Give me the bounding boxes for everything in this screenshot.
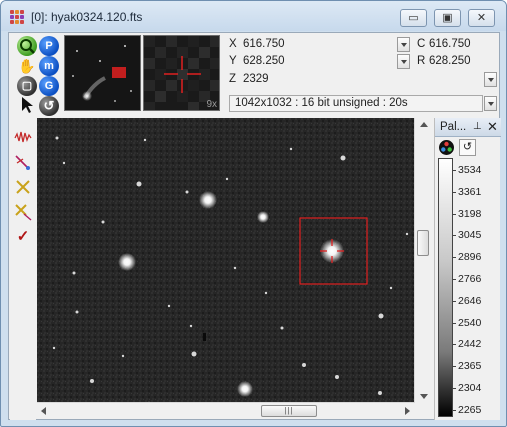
palette-tick [453,235,456,237]
z-value: 2329 [243,73,269,85]
measure-toolbar: ✓ [10,118,36,420]
reset-button[interactable]: ↺ [39,96,59,116]
palette-label: 3045 [458,229,482,242]
g-button[interactable]: G [39,76,59,96]
cross-tool[interactable] [14,178,32,196]
coord-row-y: Y 628.250 R 628.250 [229,54,497,71]
vertical-scrollbar[interactable] [414,118,431,403]
palette-label: 3361 [458,185,482,198]
scroll-left-icon[interactable] [41,407,46,415]
vertical-scroll-thumb[interactable] [417,230,429,256]
info-dropdown[interactable] [484,96,497,111]
x-value: 616.750 [243,38,285,50]
palette-close-icon[interactable]: ✕ [487,119,498,135]
c-label: C [417,38,426,50]
restore-button[interactable]: ▣ [434,9,461,27]
palette-label: 3534 [458,164,482,176]
palette-label: 2646 [458,294,482,307]
palette-tick [453,300,456,302]
palette-label: 2766 [458,273,482,285]
scroll-right-icon[interactable] [405,407,410,415]
scroll-down-icon[interactable] [420,394,428,399]
minimize-button[interactable]: ▭ [400,9,427,27]
window-client: ✋ ▢ P m G ↺ 9x X 616.750 C 616.750 Y 628… [8,32,501,420]
palette-tick [453,191,456,193]
star-field-image [37,118,415,403]
palette-label: 3198 [458,207,482,220]
palette-label: 2896 [458,251,482,264]
palette-tick [453,257,456,259]
box-button[interactable]: ▢ [17,76,37,96]
y-label: Y [229,55,237,67]
palette-label: 2540 [458,316,482,329]
zoom-button[interactable] [17,36,37,56]
app-grid-icon [10,10,24,24]
star [118,253,136,271]
pin-icon[interactable]: ⊥ [473,121,482,132]
c-value: 616.750 [429,38,471,50]
checkmark-icon[interactable]: ✓ [14,228,32,246]
palette-label: 2304 [458,382,482,394]
undo-icon: ↺ [43,98,55,113]
palette-title: Pal... [440,121,467,133]
color-wheel-icon[interactable] [438,139,455,156]
palette-tick [453,366,456,368]
cursor-icon [22,97,33,113]
hand-icon: ✋ [18,58,36,74]
horizontal-scrollbar[interactable]: ||| [37,402,414,419]
image-view[interactable] [37,118,427,418]
star [237,381,253,397]
image-window: [0]: hyak0324.120.fts ▭ ▣ ✕ ✋ ▢ P m G ↺ … [0,0,507,427]
palette-label: 2442 [458,338,482,351]
coord-row-z: Z 2329 [229,72,497,89]
coord-row-x: X 616.750 C 616.750 [229,37,497,54]
palette-header[interactable]: Pal... ⊥ ✕ [435,118,501,137]
pan-button[interactable]: ✋ [17,56,37,76]
window-title: [0]: hyak0324.120.fts [31,10,143,24]
overview-image [65,36,140,110]
palette-colorbar[interactable] [438,158,453,417]
title-bar[interactable]: [0]: hyak0324.120.fts ▭ ▣ ✕ [1,1,506,31]
p-button[interactable]: P [39,36,59,56]
palette-tick [453,170,456,171]
palette-tick [453,344,456,346]
star [257,211,269,223]
palette-label: 2265 [458,403,482,416]
palette-label: 2365 [458,360,482,373]
r-label: R [417,55,426,67]
m-button[interactable]: m [39,56,59,76]
y-value: 628.250 [243,55,285,67]
magnifier-view: 9x [143,35,220,111]
overview-thumbnail[interactable] [64,35,141,111]
magnifier-icon [20,39,35,54]
palette-tick [453,322,456,324]
horizontal-scroll-thumb[interactable]: ||| [261,405,317,417]
x-dropdown[interactable] [397,37,410,52]
viewport-marker[interactable] [112,67,126,78]
m-icon: m [44,60,54,72]
y-dropdown[interactable] [397,54,410,69]
palette-reset-icon[interactable]: ↺ [459,139,476,156]
r-value: 628.250 [429,55,471,67]
palette-tick [453,279,456,280]
histogram-tool[interactable] [14,128,32,146]
star [199,191,217,209]
image-info-field: 1042x1032 : 16 bit unsigned : 20s [229,95,483,112]
line-tool[interactable] [14,153,32,171]
palette-tick [453,409,456,411]
multi-cross-tool[interactable] [14,203,32,221]
magnifier-zoom-label: 9x [206,99,217,110]
palette-pane: Pal... ⊥ ✕ ↺ 3534 3361 3198 3045 2896 2766 264… [434,118,501,420]
g-icon: G [44,80,54,92]
palette-tick [453,388,456,389]
close-button[interactable]: ✕ [468,9,495,27]
z-dropdown[interactable] [484,72,497,87]
x-label: X [229,38,237,50]
p-icon: P [45,40,53,52]
rectangle-icon: ▢ [21,80,33,92]
z-label: Z [229,73,237,85]
pointer-button[interactable] [17,96,37,116]
scroll-up-icon[interactable] [420,122,428,127]
palette-tick [453,213,456,215]
